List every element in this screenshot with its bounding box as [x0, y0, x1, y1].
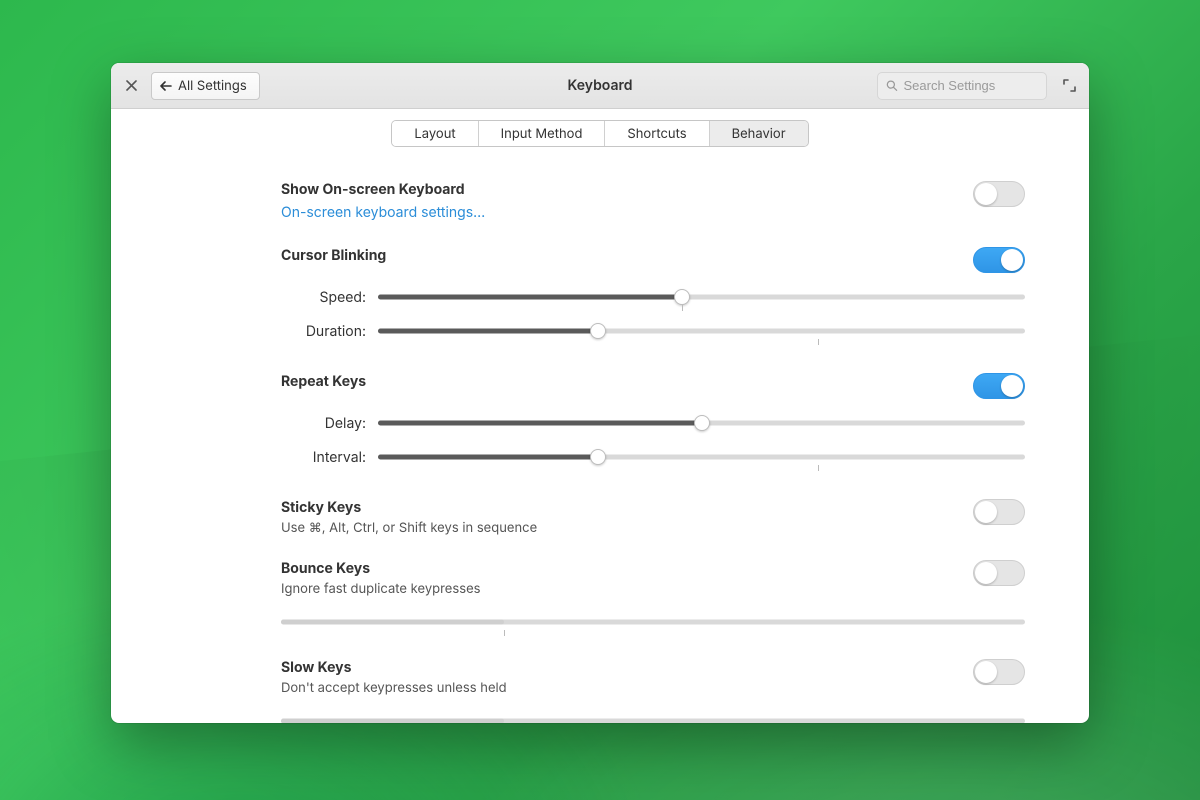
titlebar: All Settings Keyboard	[111, 63, 1089, 109]
cursor-speed-row: Speed:	[281, 287, 1025, 307]
repeat-interval-label: Interval:	[281, 449, 366, 466]
cursor-speed-label: Speed:	[281, 289, 366, 306]
repeat-keys-title: Repeat Keys	[281, 373, 366, 390]
sticky-keys-subtitle: Use ⌘, Alt, Ctrl, or Shift keys in seque…	[281, 520, 537, 536]
bounce-keys-title: Bounce Keys	[281, 560, 481, 577]
close-icon	[126, 80, 137, 91]
onscreen-keyboard-title: Show On-screen Keyboard	[281, 181, 485, 198]
cursor-duration-row: Duration:	[281, 321, 1025, 341]
tab-layout[interactable]: Layout	[392, 121, 478, 146]
cursor-duration-label: Duration:	[281, 323, 366, 340]
section-slow-keys: Slow Keys Don't accept keypresses unless…	[281, 659, 1025, 723]
tab-shortcuts[interactable]: Shortcuts	[605, 121, 709, 146]
repeat-interval-slider[interactable]	[378, 447, 1025, 467]
section-sticky-keys: Sticky Keys Use ⌘, Alt, Ctrl, or Shift k…	[281, 499, 1025, 536]
onscreen-keyboard-settings-link[interactable]: On-screen keyboard settings…	[281, 204, 485, 221]
window-maximize-button[interactable]	[1059, 76, 1079, 96]
search-field[interactable]	[877, 72, 1047, 100]
tab-group: Layout Input Method Shortcuts Behavior	[391, 120, 808, 147]
repeat-delay-row: Delay:	[281, 413, 1025, 433]
section-bounce-keys: Bounce Keys Ignore fast duplicate keypre…	[281, 560, 1025, 631]
behavior-content: Show On-screen Keyboard On-screen keyboa…	[111, 153, 1083, 723]
repeat-delay-slider[interactable]	[378, 413, 1025, 433]
window-close-button[interactable]	[121, 76, 141, 96]
cursor-blinking-switch[interactable]	[973, 247, 1025, 273]
section-onscreen-keyboard: Show On-screen Keyboard On-screen keyboa…	[281, 181, 1025, 221]
content-scroll-area[interactable]: Show On-screen Keyboard On-screen keyboa…	[111, 153, 1089, 723]
tab-input-method[interactable]: Input Method	[479, 121, 606, 146]
cursor-duration-slider[interactable]	[378, 321, 1025, 341]
bounce-keys-subtitle: Ignore fast duplicate keypresses	[281, 581, 481, 597]
slow-keys-switch[interactable]	[973, 659, 1025, 685]
settings-window: All Settings Keyboard Layout Input Metho…	[111, 63, 1089, 723]
onscreen-keyboard-switch[interactable]	[973, 181, 1025, 207]
maximize-icon	[1063, 79, 1076, 92]
repeat-interval-row: Interval:	[281, 447, 1025, 467]
bounce-keys-slider[interactable]	[281, 613, 1025, 631]
slow-keys-slider[interactable]	[281, 712, 1025, 723]
repeat-delay-label: Delay:	[281, 415, 366, 432]
tabs-row: Layout Input Method Shortcuts Behavior	[111, 109, 1089, 153]
search-icon	[886, 79, 898, 92]
slow-keys-title: Slow Keys	[281, 659, 507, 676]
bounce-keys-switch[interactable]	[973, 560, 1025, 586]
slow-keys-subtitle: Don't accept keypresses unless held	[281, 680, 507, 696]
cursor-blinking-title: Cursor Blinking	[281, 247, 386, 264]
sticky-keys-switch[interactable]	[973, 499, 1025, 525]
search-input[interactable]	[904, 78, 1039, 93]
arrow-left-icon	[160, 81, 172, 91]
all-settings-label: All Settings	[178, 78, 247, 94]
tab-behavior[interactable]: Behavior	[710, 121, 808, 146]
section-repeat-keys: Repeat Keys Delay: Interval:	[281, 373, 1025, 467]
all-settings-button[interactable]: All Settings	[151, 72, 260, 100]
section-cursor-blinking: Cursor Blinking Speed: Duration:	[281, 247, 1025, 341]
repeat-keys-switch[interactable]	[973, 373, 1025, 399]
titlebar-right	[877, 72, 1079, 100]
cursor-speed-slider[interactable]	[378, 287, 1025, 307]
sticky-keys-title: Sticky Keys	[281, 499, 537, 516]
